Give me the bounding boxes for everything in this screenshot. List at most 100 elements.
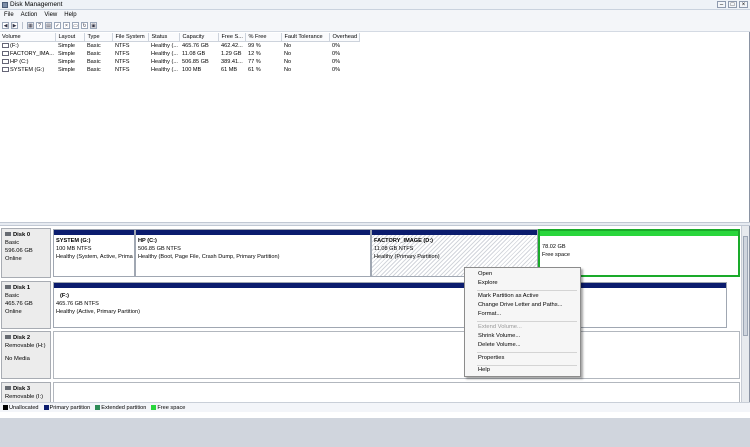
menu-item-shrink-volume[interactable]: Shrink Volume... xyxy=(478,333,520,339)
cell-layout: Simple xyxy=(57,51,76,57)
partition-f[interactable]: (F:) 465.76 GB NTFS Healthy (Active, Pri… xyxy=(53,282,727,328)
disk-icon xyxy=(5,285,11,290)
table-row[interactable]: SYSTEM (G:) Simple Basic NTFS Healthy (.… xyxy=(0,66,360,74)
menu-item-format[interactable]: Format... xyxy=(478,311,501,317)
partition-status: Free space xyxy=(542,252,570,258)
menu-file[interactable]: File xyxy=(0,10,17,20)
legend-extended: Extended partition xyxy=(95,405,146,411)
column-header-percent-free[interactable]: % Free xyxy=(245,33,283,42)
menu-view[interactable]: View xyxy=(40,10,60,20)
menu-item-mark-active[interactable]: Mark Partition as Active xyxy=(478,293,539,299)
cell-overhead: 0% xyxy=(331,43,341,49)
disk-icon xyxy=(5,232,11,237)
drive-icon xyxy=(2,43,9,49)
disk-0-label[interactable]: Disk 0 Basic 596.06 GB Online xyxy=(1,228,51,278)
maximize-button[interactable]: □ xyxy=(728,1,737,8)
forward-icon[interactable]: ▶ xyxy=(11,22,18,29)
disk-2-empty-area[interactable] xyxy=(53,331,740,379)
volume-table-header: Volume Layout Type File System Status Ca… xyxy=(0,33,361,42)
partition-status: Healthy (System, Active, Prima xyxy=(56,254,133,260)
menu-action[interactable]: Action xyxy=(17,10,41,20)
properties-icon[interactable]: ▤ xyxy=(45,22,52,29)
cell-layout: Simple xyxy=(57,67,76,73)
disk-state: Online xyxy=(5,256,22,262)
cell-fault-tolerance: No xyxy=(283,59,292,65)
partition-system[interactable]: SYSTEM (G:) 100 MB NTFS Healthy (System,… xyxy=(53,229,135,277)
disk-3-label[interactable]: Disk 3 Removable (I:) xyxy=(1,382,51,402)
column-header-type[interactable]: Type xyxy=(84,33,114,42)
vertical-scrollbar[interactable] xyxy=(741,226,749,402)
minimize-button[interactable]: – xyxy=(717,1,726,8)
column-header-fault-tolerance[interactable]: Fault Tolerance xyxy=(281,33,331,42)
column-header-status[interactable]: Status xyxy=(148,33,181,42)
legend-label: Free space xyxy=(157,404,186,411)
menu-item-open[interactable]: Open xyxy=(478,271,492,277)
cell-layout: Simple xyxy=(57,59,76,65)
disk-name: Disk 3 xyxy=(13,386,31,392)
legend-bar: Unallocated Primary partition Extended p… xyxy=(0,402,750,412)
cell-status: Healthy (... xyxy=(150,67,178,73)
help-icon[interactable]: ? xyxy=(36,22,43,29)
partition-size: 506.85 GB NTFS xyxy=(138,246,181,252)
legend-label: Unallocated xyxy=(9,404,39,411)
menu-item-explore[interactable]: Explore xyxy=(478,280,498,286)
column-header-overhead[interactable]: Overhead xyxy=(329,33,361,42)
disk-name: Disk 0 xyxy=(13,232,31,238)
cell-status: Healthy (... xyxy=(150,43,178,49)
refresh-icon[interactable]: ↻ xyxy=(81,22,88,29)
disk-3-empty-area[interactable] xyxy=(53,382,740,402)
cell-fault-tolerance: No xyxy=(283,67,292,73)
partition-status: Healthy (Primary Partition) xyxy=(374,254,440,260)
table-row[interactable]: FACTORY_IMA... Simple Basic NTFS Healthy… xyxy=(0,50,360,58)
check-icon[interactable]: ✓ xyxy=(54,22,61,29)
menu-separator xyxy=(477,290,577,291)
menu-bar: File Action View Help xyxy=(0,10,750,20)
cell-file-system: NTFS xyxy=(114,51,130,57)
toolbar: ◀ ▶ ▦ ? ▤ ✓ × ▭ ↻ ▣ xyxy=(0,20,750,32)
delete-icon[interactable]: × xyxy=(63,22,70,29)
column-header-layout[interactable]: Layout xyxy=(55,33,86,42)
cell-free-space: 462.42... xyxy=(220,43,243,49)
volume-name: (F:) xyxy=(10,43,19,49)
console-tree-icon[interactable]: ▦ xyxy=(27,22,34,29)
menu-separator xyxy=(477,321,577,322)
disk-2-label[interactable]: Disk 2 Removable (H:) No Media xyxy=(1,331,51,379)
column-header-volume[interactable]: Volume xyxy=(0,33,57,42)
cell-file-system: NTFS xyxy=(114,43,130,49)
disk-kind: Removable (H:) xyxy=(5,343,46,349)
cell-overhead: 0% xyxy=(331,67,341,73)
disk-1-label[interactable]: Disk 1 Basic 465.76 GB Online xyxy=(1,281,51,329)
window-title: Disk Management xyxy=(10,1,63,8)
menu-item-help[interactable]: Help xyxy=(478,367,490,373)
partition-hp[interactable]: HP (C:) 506.85 GB NTFS Healthy (Boot, Pa… xyxy=(135,229,371,277)
table-row[interactable]: (F:) Simple Basic NTFS Healthy (... 465.… xyxy=(0,42,360,51)
drive-icon xyxy=(2,59,9,65)
cell-capacity: 11.08 GB xyxy=(181,51,206,57)
menu-item-change-drive-letter[interactable]: Change Drive Letter and Paths... xyxy=(478,302,562,308)
column-header-capacity[interactable]: Capacity xyxy=(179,33,220,42)
export-icon[interactable]: ▣ xyxy=(90,22,97,29)
cell-type: Basic xyxy=(86,43,101,49)
column-header-file-system[interactable]: File System xyxy=(112,33,150,42)
scrollbar-thumb[interactable] xyxy=(743,236,748,336)
back-icon[interactable]: ◀ xyxy=(2,22,9,29)
folder-icon[interactable]: ▭ xyxy=(72,22,79,29)
legend-swatch xyxy=(43,404,49,410)
table-row[interactable]: HP (C:) Simple Basic NTFS Healthy (... 5… xyxy=(0,58,360,66)
menu-item-delete-volume[interactable]: Delete Volume... xyxy=(478,342,521,348)
primary-partition-bar xyxy=(372,230,537,235)
menu-help[interactable]: Help xyxy=(60,10,79,20)
cell-file-system: NTFS xyxy=(114,67,130,73)
disk-state: Online xyxy=(5,309,22,315)
legend-label: Extended partition xyxy=(101,404,147,411)
disk-kind: Removable (I:) xyxy=(5,394,44,400)
cell-volume: FACTORY_IMA... xyxy=(0,50,56,58)
primary-partition-bar xyxy=(136,230,370,235)
column-header-free-space[interactable]: Free S... xyxy=(218,33,247,42)
disk-name: Disk 1 xyxy=(13,285,31,291)
menu-item-properties[interactable]: Properties xyxy=(478,355,504,361)
legend-swatch xyxy=(151,404,157,410)
close-button[interactable]: × xyxy=(739,1,748,8)
partition-name: SYSTEM (G:) xyxy=(56,238,91,244)
cell-percent-free: 61 % xyxy=(247,67,261,73)
